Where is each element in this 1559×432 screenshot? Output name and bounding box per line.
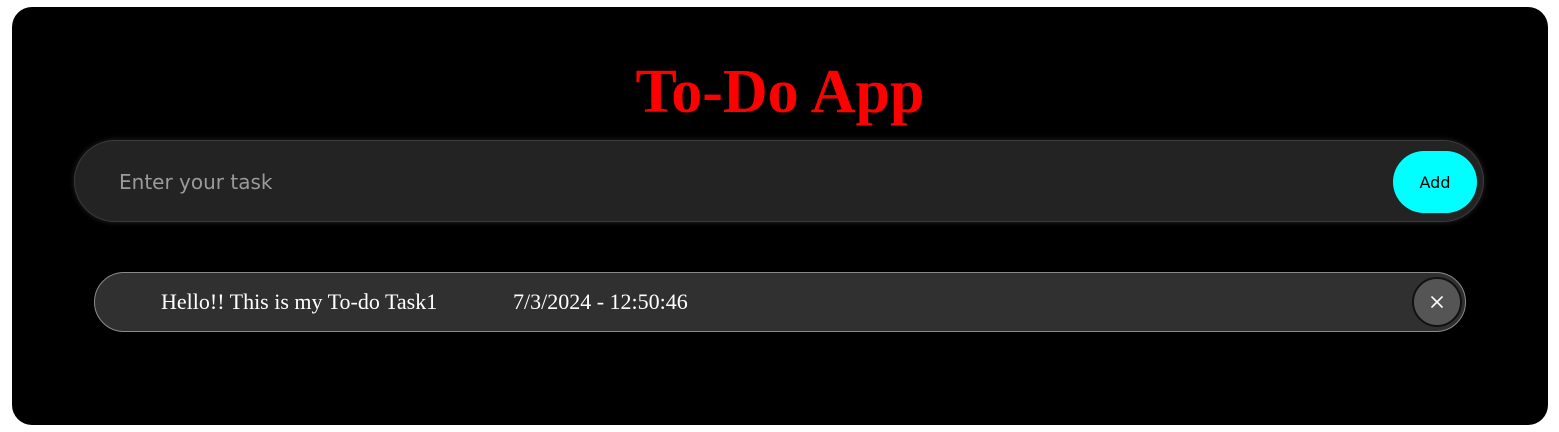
task-item: Hello!! This is my To-do Task1 7/3/2024 … <box>94 272 1466 332</box>
close-icon <box>1431 296 1443 308</box>
task-input[interactable] <box>117 161 1351 203</box>
task-timestamp: 7/3/2024 - 12:50:46 <box>513 289 688 314</box>
task-list: Hello!! This is my To-do Task1 7/3/2024 … <box>94 272 1466 332</box>
app-title: To-Do App <box>635 58 925 126</box>
task-input-bar: Add <box>74 140 1484 222</box>
delete-task-button[interactable] <box>1412 277 1462 327</box>
add-button[interactable]: Add <box>1393 151 1477 213</box>
task-text: Hello!! This is my To-do Task1 <box>161 289 438 314</box>
app-container: To-Do App Add Hello!! This is my To-do T… <box>12 7 1548 425</box>
